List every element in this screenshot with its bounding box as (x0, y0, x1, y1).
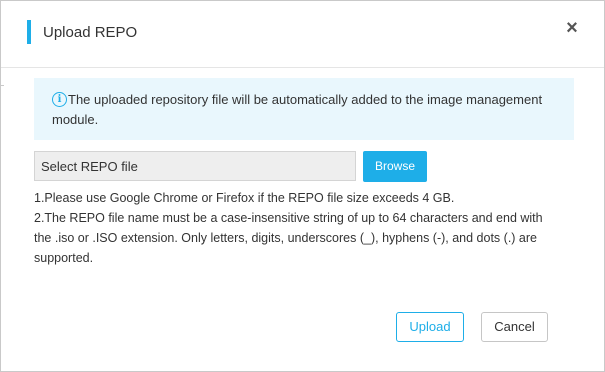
note-line-1: 1.Please use Google Chrome or Firefox if… (34, 191, 455, 205)
info-text: The uploaded repository file will be aut… (52, 92, 543, 127)
edge-divider (1, 85, 4, 86)
title-accent-bar (27, 20, 31, 44)
repo-file-field[interactable]: Select REPO file (34, 151, 356, 181)
upload-notes: 1.Please use Google Chrome or Firefox if… (34, 188, 554, 268)
dialog-header: Upload REPO × (1, 1, 604, 68)
upload-repo-dialog: Upload REPO × i The uploaded repository … (0, 0, 605, 372)
note-line-2: 2.The REPO file name must be a case-inse… (34, 211, 543, 265)
browse-button[interactable]: Browse (363, 151, 427, 182)
close-icon[interactable]: × (562, 18, 582, 38)
info-banner: i The uploaded repository file will be a… (34, 78, 574, 140)
cancel-button[interactable]: Cancel (481, 312, 548, 342)
upload-button[interactable]: Upload (396, 312, 464, 342)
dialog-title: Upload REPO (43, 24, 138, 41)
